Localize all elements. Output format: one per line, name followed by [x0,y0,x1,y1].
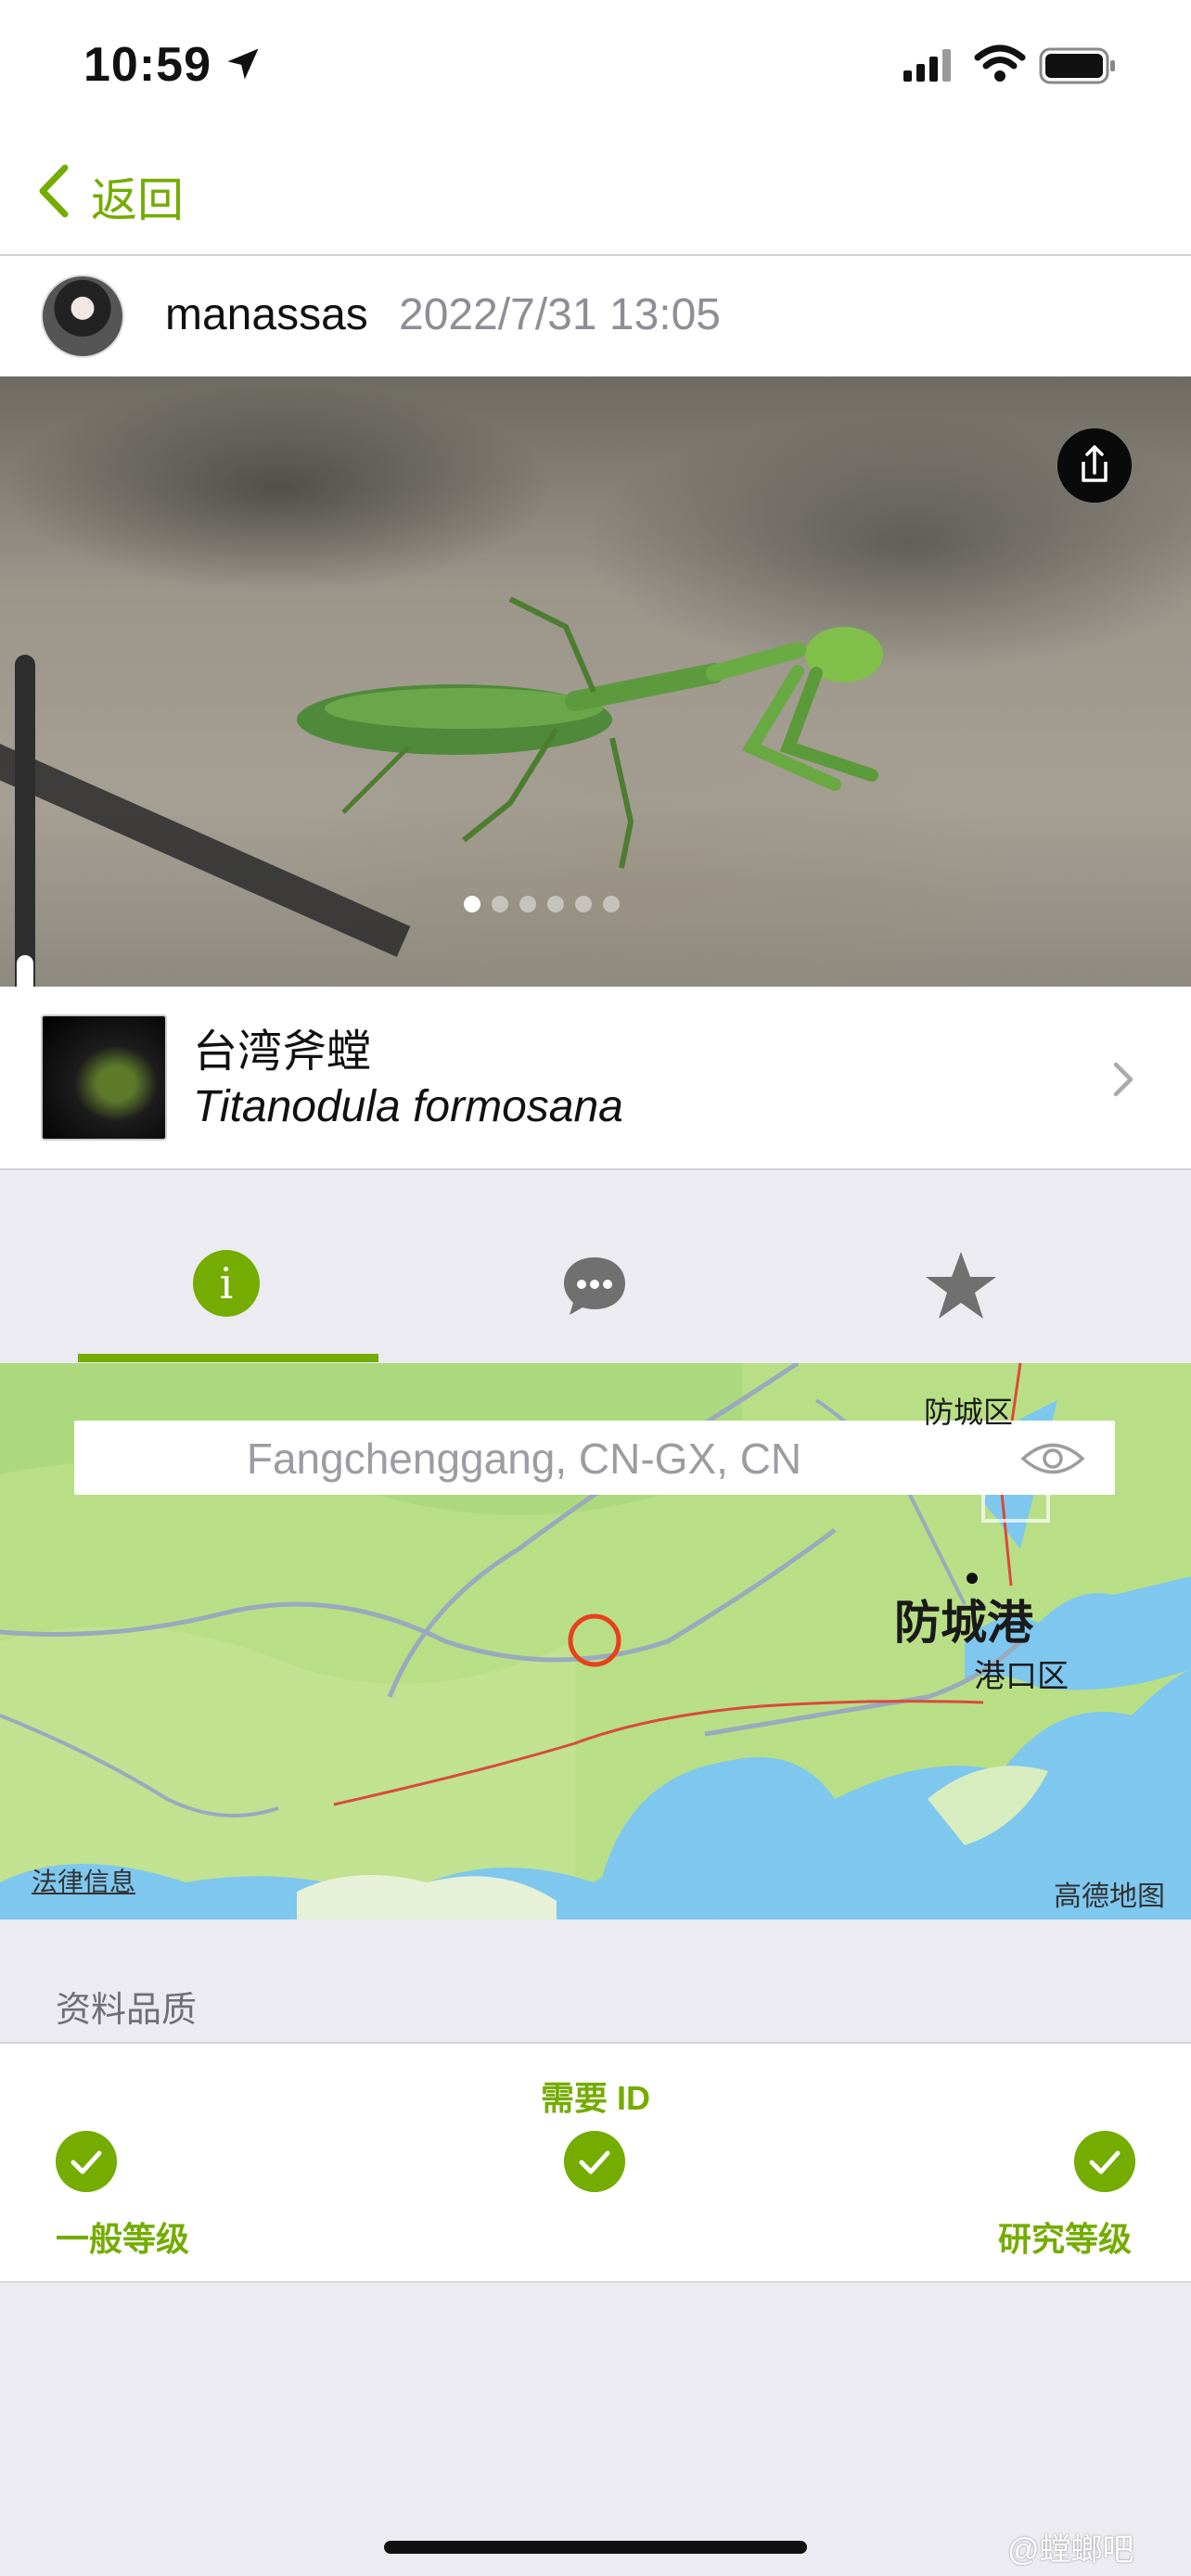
quality-casual-label: 一般等级 [56,2220,190,2258]
taxon-thumbnail [41,1014,167,1141]
cellular-signal-icon [903,49,951,82]
active-tab-underline [78,1354,378,1362]
location-arrow-icon [227,48,259,80]
taxon-scientific-name: Titanodula formosana [193,1082,623,1131]
observation-map[interactable]: Fangchenggang, CN-GX, CN 防城区 防城港 港口区 法律信… [0,1363,1191,1919]
observer-username[interactable]: manassas [165,289,368,340]
eye-icon[interactable] [1020,1439,1085,1478]
map-legal-link[interactable]: 法律信息 [32,1862,135,1899]
info-icon[interactable]: i [193,1250,260,1317]
checkmark-icon [56,2131,117,2192]
quality-research-label: 研究等级 [998,2220,1133,2258]
observation-datetime: 2022/7/31 13:05 [399,290,721,339]
avatar[interactable] [41,274,124,358]
map-label-city: 防城港 [894,1597,1033,1649]
photo-page-dot[interactable] [492,896,508,912]
photo-page-dots[interactable] [464,896,742,918]
photo-page-dot[interactable] [464,896,480,912]
back-chevron-icon[interactable] [35,162,72,220]
photo-page-dot[interactable] [603,896,620,912]
home-indicator[interactable] [384,2541,807,2554]
photo-page-dot[interactable] [547,896,564,912]
taxon-row[interactable] [0,987,1191,1170]
photo-page-dot[interactable] [519,896,536,912]
map-label-district: 港口区 [974,1659,1069,1694]
speech-bubble-icon[interactable] [560,1252,629,1320]
battery-icon [1039,47,1115,84]
mantis-photo-subject [297,596,883,869]
back-button[interactable]: 返回 [91,163,184,230]
photo-page-dot[interactable] [575,896,592,912]
map-place-guess: Fangchenggang, CN-GX, CN [246,1435,802,1483]
map-label-district-top: 防城区 [924,1396,1014,1429]
map-provider-logo: 高德地图 [1054,1881,1165,1912]
watermark-text: @螳螂吧 [1007,2532,1134,2568]
taxon-common-name: 台湾斧螳 [193,1027,372,1077]
chevron-right-icon[interactable] [1111,1061,1135,1098]
status-time: 10:59 [83,38,211,92]
checkmark-icon [564,2131,625,2192]
quality-section-title: 资料品质 [56,1991,198,2030]
quality-needs-id-label: 需要 ID [540,2079,650,2117]
share-icon[interactable] [1057,428,1132,503]
wifi-icon [974,45,1026,82]
star-icon[interactable] [924,1250,998,1322]
checkmark-icon [1074,2131,1135,2192]
